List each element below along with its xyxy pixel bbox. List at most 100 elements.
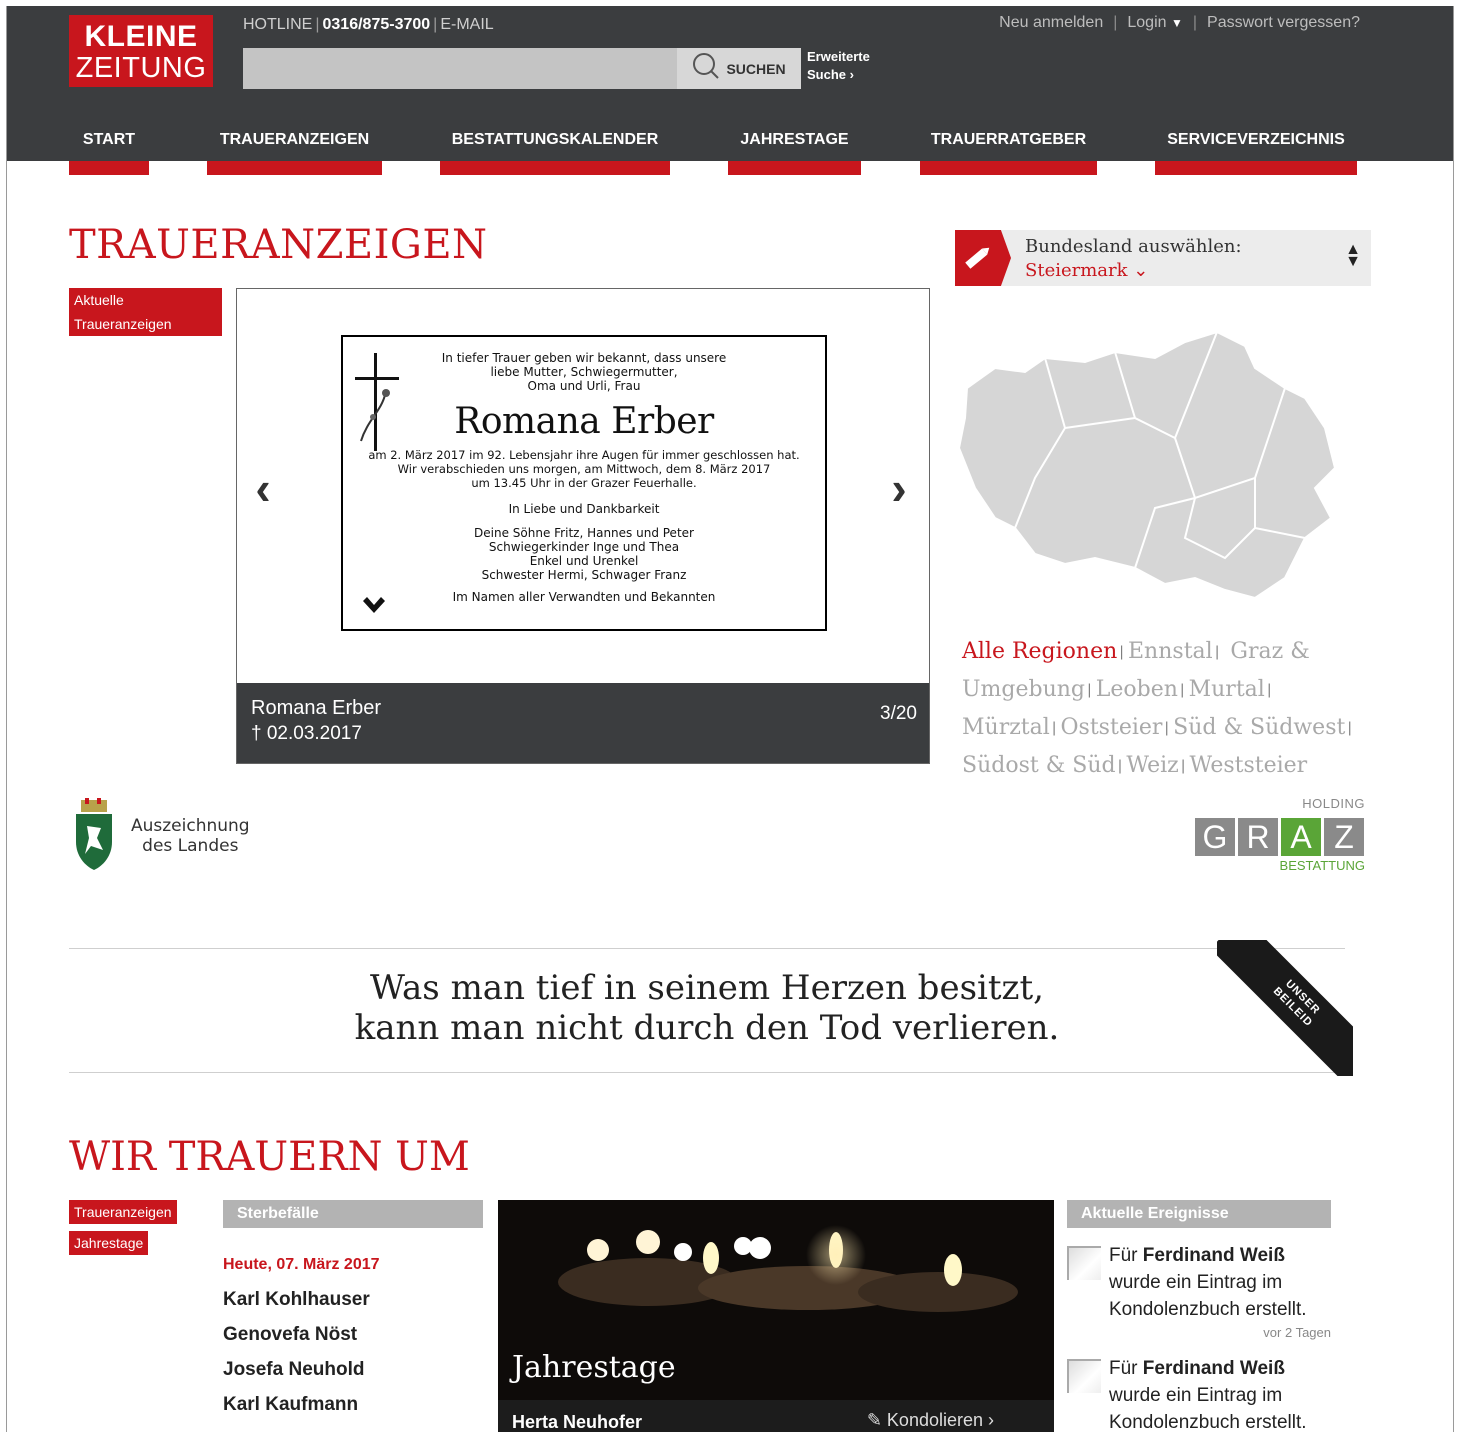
event-time: vor 2 Tagen <box>1263 1325 1331 1340</box>
obituary-notice[interactable]: In tiefer Trauer geben wir bekannt, dass… <box>341 335 827 631</box>
holding-letters: G R A Z <box>1195 818 1364 856</box>
hotline-label: HOTLINE <box>243 16 313 33</box>
pencil-icon <box>955 230 1011 286</box>
tag-line1: Aktuelle <box>74 292 124 308</box>
deaths-date: Heute, 07. März 2017 <box>223 1256 380 1273</box>
main-nav: START TRAUERANZEIGEN BESTATTUNGSKALENDER… <box>69 119 1369 175</box>
email-link[interactable]: E-MAIL <box>440 16 493 33</box>
divider-bottom <box>69 1072 1345 1073</box>
nav-serviceverzeichnis[interactable]: SERVICEVERZEICHNIS <box>1155 119 1357 175</box>
site-logo[interactable]: KLEINE ZEITUNG <box>69 15 213 87</box>
nav-trauerratgeber[interactable]: TRAUERRATGEBER <box>920 119 1097 175</box>
notice-body: am 2. März 2017 im 92. Lebensjahr ihre A… <box>368 448 800 490</box>
death-entry[interactable]: Karl Kaufmann <box>223 1387 380 1422</box>
tag-line2: Traueranzeigen <box>74 316 172 332</box>
search-button[interactable]: SUCHEN <box>677 48 801 89</box>
holding-top: HOLDING <box>1302 796 1365 811</box>
holding-letter-a: A <box>1281 818 1321 856</box>
search-button-label: SUCHEN <box>726 60 786 77</box>
award-badge: Auszeichnung des Landes <box>73 798 263 874</box>
notice-family: Deine Söhne Fritz, Hannes und Peter Schw… <box>474 526 694 582</box>
advanced-search-link[interactable]: Erweiterte Suche › <box>807 48 870 84</box>
notice-name: Romana Erber <box>454 401 714 442</box>
state-selector-label: Bundesland auswählen: <box>1025 236 1242 257</box>
region-oststeier[interactable]: Oststeier <box>1061 715 1163 740</box>
register-link[interactable]: Neu anmelden <box>999 14 1103 32</box>
jahrestage-name: Herta Neuhofer <box>512 1412 643 1432</box>
award-text: Auszeichnung des Landes <box>131 816 250 856</box>
slider-counter: 3/20 <box>880 703 917 724</box>
condolence-quote: Was man tief in seinem Herzen besitzt, k… <box>354 968 1060 1048</box>
death-entry[interactable]: Karl Kohlhauser <box>223 1282 380 1317</box>
search-icon <box>692 52 720 85</box>
condolence-ribbon: UNSER BEILEID <box>1217 940 1353 1076</box>
holding-bottom: BESTATTUNG <box>1279 858 1365 873</box>
nav-bestattungskalender[interactable]: BESTATTUNGSKALENDER <box>440 119 670 175</box>
tag-aktuelle-traueranzeigen[interactable]: Aktuelle Traueranzeigen <box>69 288 222 336</box>
caption-date: † 02.03.2017 <box>251 723 362 744</box>
sort-arrows-icon: ▲ ▼ <box>1345 241 1361 270</box>
death-entry[interactable]: Josefa Neuhold <box>223 1352 380 1387</box>
coat-of-arms-icon <box>73 798 115 877</box>
page: KLEINE ZEITUNG HOTLINE | 0316/875-3700 | E-M… <box>6 6 1454 1432</box>
login-link[interactable]: Login ▼ <box>1127 14 1183 32</box>
forgot-password-link[interactable]: Passwort vergessen? <box>1207 14 1360 32</box>
event-thumbnail <box>1067 1246 1101 1280</box>
event-pre: Für <box>1109 1358 1143 1379</box>
event-item[interactable]: Für Ferdinand Weiß wurde ein Eintrag im … <box>1067 1242 1331 1343</box>
hotline-number[interactable]: 0316/875-3700 <box>323 16 431 33</box>
region-ennstal[interactable]: Ennstal <box>1128 639 1213 664</box>
state-selector[interactable]: Bundesland auswählen: Steiermark ⌄ ▲ ▼ <box>955 230 1371 286</box>
deaths-header: Sterbefälle <box>223 1200 483 1228</box>
prev-arrow-icon[interactable]: ‹ <box>245 465 281 511</box>
jahrestage-row[interactable]: Herta Neuhofer ✎ Kondolieren › <box>498 1400 1054 1432</box>
death-entry[interactable]: Genovefa Nöst <box>223 1317 380 1352</box>
caption-name: Romana Erber <box>251 697 382 719</box>
cross-icon <box>353 351 403 459</box>
notice-intro: In tiefer Trauer geben wir bekannt, dass… <box>441 351 727 393</box>
hotline-bar: HOTLINE | 0316/875-3700 | E-MAIL <box>243 16 494 33</box>
region-muerztal[interactable]: Mürztal <box>962 715 1050 740</box>
region-sued-suedwest[interactable]: Süd & Südwest <box>1173 715 1345 740</box>
state-selector-value: Steiermark ⌄ <box>1025 260 1149 281</box>
tag-jahrestage[interactable]: Jahrestage <box>69 1231 149 1255</box>
holding-letter-z: Z <box>1324 818 1364 856</box>
event-name: Ferdinand Weiß <box>1142 1245 1285 1266</box>
obituary-slider: In tiefer Trauer geben wir bekannt, dass… <box>236 288 930 764</box>
notice-foot: Im Namen aller Verwandten und Bekannten <box>452 590 716 604</box>
tag-traueranzeigen[interactable]: Traueranzeigen <box>69 1200 177 1224</box>
award-line1: Auszeichnung <box>131 816 250 836</box>
styria-map[interactable] <box>955 328 1371 608</box>
event-item[interactable]: Für Ferdinand Weiß wurde ein Eintrag im … <box>1067 1355 1331 1432</box>
ribbon-band: UNSER BEILEID <box>1217 940 1353 1076</box>
nav-traueranzeigen[interactable]: TRAUERANZEIGEN <box>207 119 382 175</box>
kondolieren-link[interactable]: ✎ Kondolieren › <box>867 1410 994 1431</box>
region-list: Alle Regionen | Ennstal | Graz & Umgebung | L… <box>962 639 1353 778</box>
search-input[interactable] <box>243 48 677 89</box>
event-thumbnail <box>1067 1359 1101 1393</box>
region-alle[interactable]: Alle Regionen <box>962 639 1117 664</box>
slider-caption: Romana Erber † 02.03.2017 3/20 <box>237 683 929 763</box>
region-suedost-sued[interactable]: Südost & Süd <box>962 753 1116 778</box>
logo-line1: KLEINE <box>84 20 198 53</box>
region-weststeier[interactable]: Weststeier <box>1190 753 1308 778</box>
next-arrow-icon[interactable]: › <box>881 465 917 511</box>
holding-graz-logo[interactable]: HOLDING G R A Z BESTATTUNG <box>1195 796 1367 876</box>
nav-jahrestage[interactable]: JAHRESTAGE <box>728 119 861 175</box>
events-header: Aktuelle Ereignisse <box>1067 1200 1331 1228</box>
region-weiz[interactable]: Weiz <box>1126 753 1178 778</box>
advanced-search-line2: Suche › <box>807 67 854 82</box>
nav-start[interactable]: START <box>69 119 149 175</box>
site-header: KLEINE ZEITUNG HOTLINE | 0316/875-3700 | E-M… <box>7 6 1453 175</box>
region-murtal[interactable]: Murtal <box>1189 677 1265 702</box>
events-list: Für Ferdinand Weiß wurde ein Eintrag im … <box>1067 1242 1331 1432</box>
event-text: wurde ein Eintrag im Kondolenzbuch erste… <box>1109 1385 1307 1432</box>
deaths-list: Heute, 07. März 2017 Karl Kohlhauser Gen… <box>223 1256 380 1422</box>
section-title-traueranzeigen: TRAUERANZEIGEN <box>69 222 488 268</box>
region-leoben[interactable]: Leoben <box>1096 677 1178 702</box>
caret-down-icon: ▼ <box>1170 16 1183 30</box>
logo-line2: ZEITUNG <box>75 52 207 84</box>
jahrestage-teaser[interactable]: Jahrestage Herta Neuhofer ✎ Kondolieren … <box>498 1200 1054 1432</box>
map-outline <box>957 330 1337 600</box>
holding-letter-r: R <box>1238 818 1278 856</box>
